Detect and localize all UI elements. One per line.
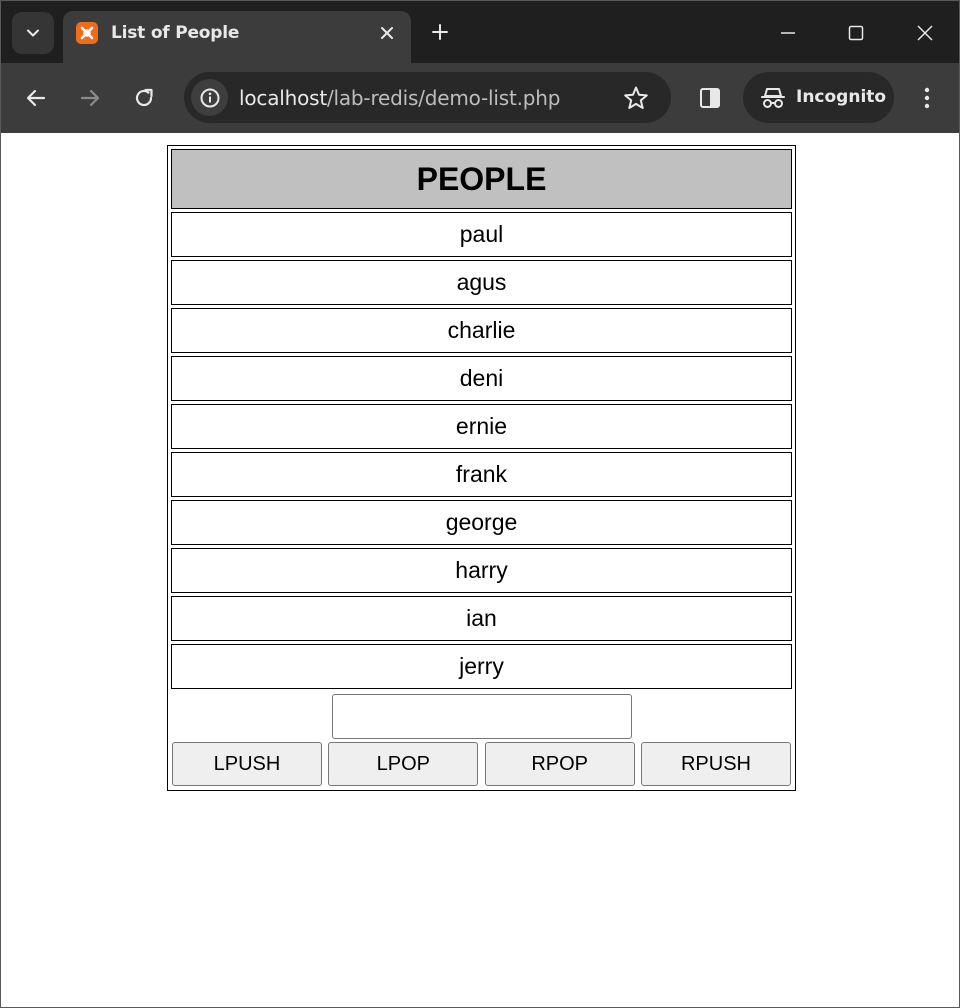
reload-icon [135, 88, 153, 107]
minimize-icon [781, 32, 795, 34]
rpop-button[interactable]: RPOP [484, 742, 635, 786]
browser-window: List of People localhost/lab-redis/demo-… [0, 0, 960, 1008]
table-row: deni [171, 356, 792, 401]
table-row: ernie [171, 404, 792, 449]
people-table: PEOPLE paul agus charlie deni ernie fran… [167, 145, 796, 791]
incognito-badge[interactable]: Incognito [743, 72, 894, 123]
table-row: frank [171, 452, 792, 497]
arrow-right-icon [80, 89, 100, 107]
person-name: charlie [171, 308, 792, 353]
person-name: ian [171, 596, 792, 641]
close-window-button[interactable] [905, 13, 945, 53]
person-name: frank [171, 452, 792, 497]
table-row: harry [171, 548, 792, 593]
person-name: ernie [171, 404, 792, 449]
table-row: jerry [171, 644, 792, 689]
tab-search-button[interactable] [12, 12, 54, 54]
maximize-icon [848, 25, 864, 41]
person-name: agus [171, 260, 792, 305]
person-name: deni [171, 356, 792, 401]
url-path: /lab-redis/demo-list.php [326, 86, 561, 110]
plus-icon [432, 24, 448, 40]
table-row: charlie [171, 308, 792, 353]
browser-toolbar: localhost/lab-redis/demo-list.php Incogn… [1, 63, 959, 133]
url-host: localhost [239, 86, 327, 110]
menu-button[interactable] [908, 79, 946, 117]
lpush-button[interactable]: LPUSH [172, 742, 322, 786]
person-name: harry [171, 548, 792, 593]
back-button[interactable] [17, 79, 55, 117]
incognito-label: Incognito [796, 87, 887, 107]
value-input[interactable] [331, 694, 632, 739]
site-info-button[interactable] [191, 79, 228, 116]
url-text[interactable]: localhost/lab-redis/demo-list.php [239, 86, 560, 110]
close-icon [917, 25, 933, 41]
close-icon [381, 27, 393, 39]
arrow-left-icon [26, 89, 46, 107]
person-name: paul [171, 212, 792, 257]
forward-button[interactable] [71, 79, 109, 117]
new-tab-button[interactable] [425, 17, 455, 47]
side-panel-icon [700, 88, 720, 108]
table-row: agus [171, 260, 792, 305]
button-row: LPUSH LPOP RPOP RPUSH [171, 739, 792, 787]
xampp-icon [76, 22, 98, 44]
rpush-button[interactable]: RPUSH [640, 742, 791, 786]
info-icon [200, 88, 219, 107]
page-viewport: PEOPLE paul agus charlie deni ernie fran… [2, 133, 959, 1007]
more-vert-icon [924, 87, 930, 109]
table-row: paul [171, 212, 792, 257]
bookmark-button[interactable] [621, 83, 651, 113]
tab-strip: List of People [1, 1, 959, 63]
people-heading: PEOPLE [171, 149, 792, 209]
side-panel-button[interactable] [691, 79, 729, 117]
minimize-button[interactable] [768, 13, 808, 53]
person-name: jerry [171, 644, 792, 689]
star-icon [624, 86, 648, 109]
address-bar[interactable]: localhost/lab-redis/demo-list.php [184, 72, 671, 123]
tab-close-button[interactable] [375, 21, 399, 45]
chevron-down-icon [27, 29, 39, 37]
reload-button[interactable] [125, 79, 163, 117]
tab-title: List of People [111, 23, 240, 43]
controls-cell: LPUSH LPOP RPOP RPUSH [171, 692, 792, 787]
maximize-button[interactable] [836, 13, 876, 53]
table-row: ian [171, 596, 792, 641]
person-name: george [171, 500, 792, 545]
controls-row: LPUSH LPOP RPOP RPUSH [171, 692, 792, 787]
lpop-button[interactable]: LPOP [328, 742, 479, 786]
incognito-icon [761, 88, 785, 108]
tab-active[interactable]: List of People [63, 11, 411, 63]
table-row: george [171, 500, 792, 545]
